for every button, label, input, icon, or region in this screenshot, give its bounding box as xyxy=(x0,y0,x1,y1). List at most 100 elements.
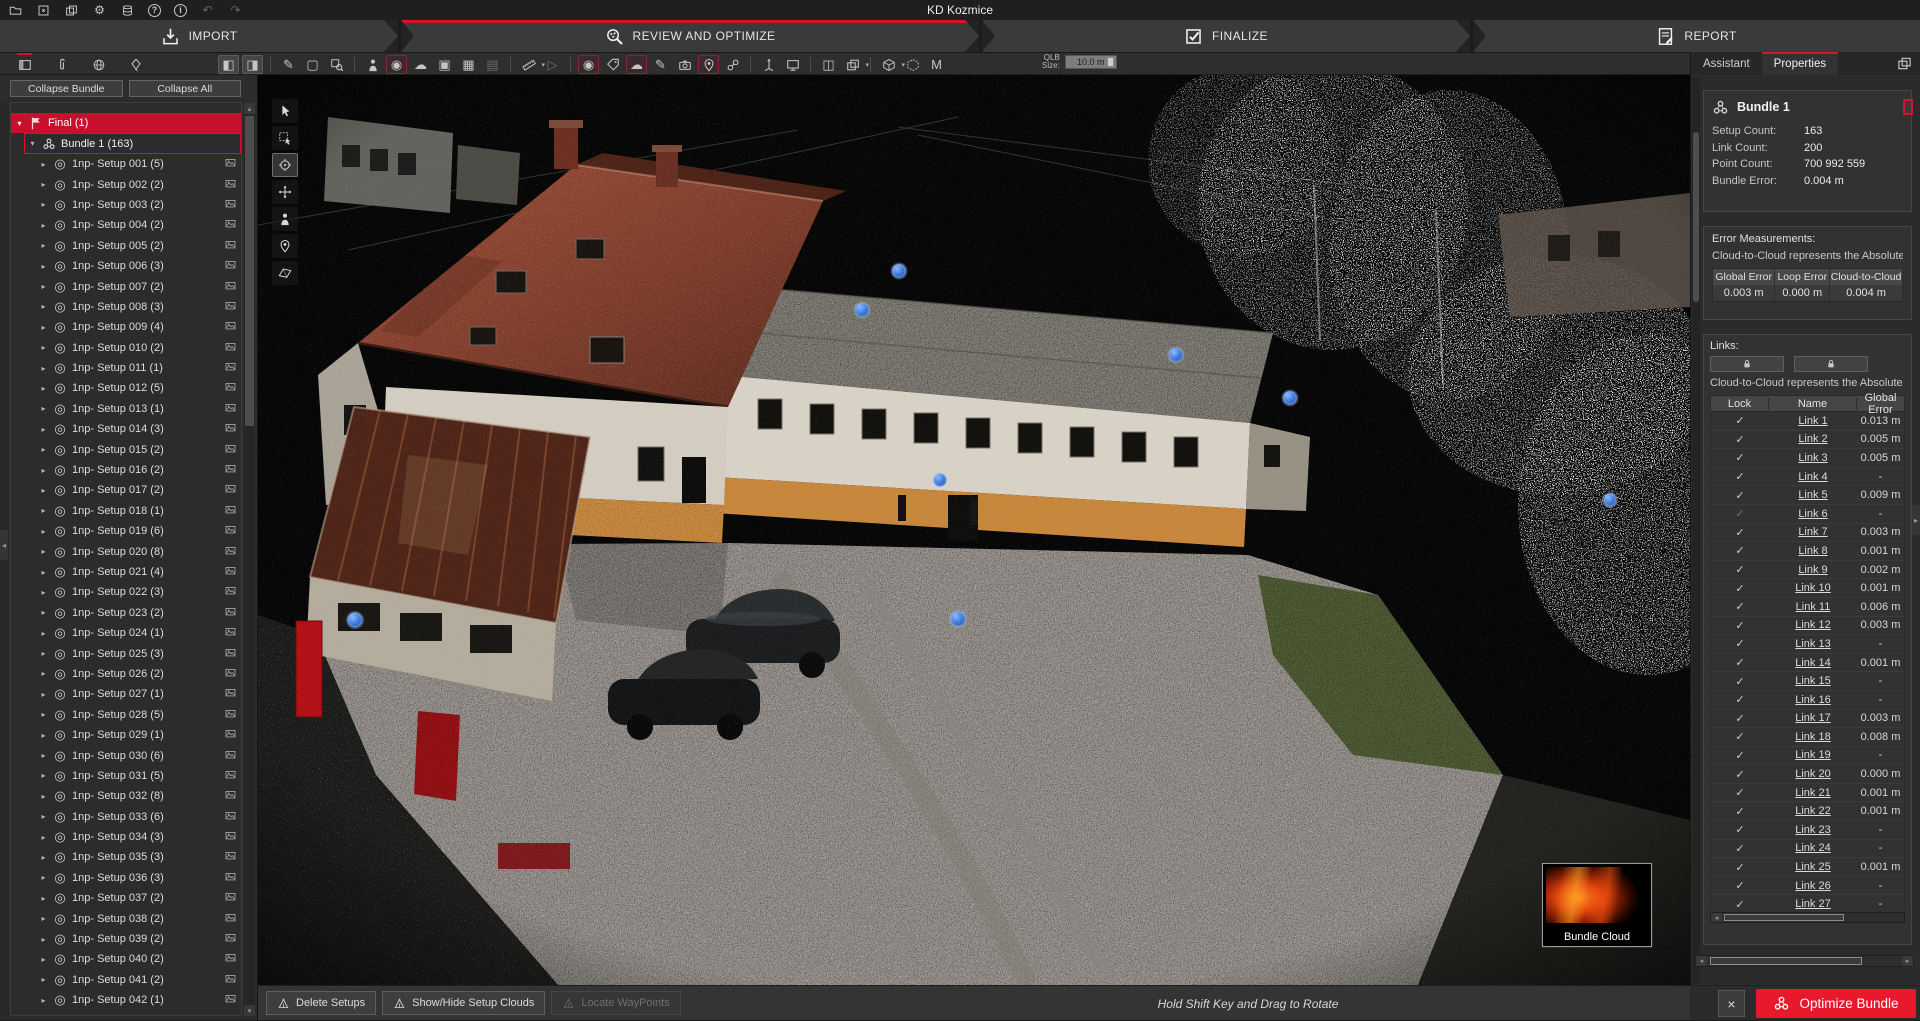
panel-scrollbar[interactable] xyxy=(1692,78,1700,983)
tree-item-setup[interactable]: ▸ ◎ 1np- Setup 008 (3) xyxy=(11,297,241,317)
lock-checkmark[interactable]: ✓ xyxy=(1711,823,1769,836)
expand-caret[interactable]: ▸ xyxy=(39,873,48,882)
link-row[interactable]: ✓ Link 25 0.001 m xyxy=(1711,858,1904,877)
expand-caret[interactable]: ▸ xyxy=(39,486,48,495)
pano-image-icon[interactable] xyxy=(224,973,237,987)
pano-image-icon[interactable] xyxy=(224,606,237,620)
link-row[interactable]: ✓ Link 2 0.005 m xyxy=(1711,431,1904,450)
link-name[interactable]: Link 27 xyxy=(1769,898,1857,909)
panel-right-toggle[interactable]: ◨ xyxy=(242,55,263,74)
pano-image-icon[interactable] xyxy=(224,830,237,844)
link-name[interactable]: Link 3 xyxy=(1769,452,1857,464)
tree-item-setup[interactable]: ▸ ◎ 1np- Setup 003 (2) xyxy=(11,195,241,215)
bottom-action-button[interactable]: Delete Setups xyxy=(266,991,376,1015)
expand-caret[interactable]: ▸ xyxy=(39,690,48,699)
pano-image-icon[interactable] xyxy=(224,300,237,314)
expand-caret[interactable]: ▸ xyxy=(39,527,48,536)
lock-checkmark[interactable]: ✓ xyxy=(1711,470,1769,483)
workflow-tab-report[interactable]: REPORT xyxy=(1473,20,1920,52)
pano-image-icon[interactable] xyxy=(224,218,237,232)
snap-waypoint[interactable] xyxy=(698,55,719,74)
expand-caret[interactable]: ▸ xyxy=(39,853,48,862)
lock-checkmark[interactable]: ✓ xyxy=(1711,805,1769,818)
link-row[interactable]: ✓ Link 11 0.006 m xyxy=(1711,598,1904,617)
setup-positions[interactable] xyxy=(362,55,383,74)
tree-item-setup[interactable]: ▸ ◎ 1np- Setup 038 (2) xyxy=(11,908,241,928)
pano-image-icon[interactable] xyxy=(224,871,237,885)
markup-pencil[interactable]: ✎ xyxy=(278,55,299,74)
expand-caret[interactable]: ▸ xyxy=(39,302,48,311)
cloud-visibility[interactable]: ☁ xyxy=(410,55,431,74)
pano-image-icon[interactable] xyxy=(224,422,237,436)
pano-image-icon[interactable] xyxy=(224,178,237,192)
tree-item-setup[interactable]: ▸ ◎ 1np- Setup 042 (1) xyxy=(11,990,241,1010)
link-row[interactable]: ✓ Link 17 0.003 m xyxy=(1711,710,1904,729)
pano-image-icon[interactable] xyxy=(224,341,237,355)
expand-caret[interactable]: ▸ xyxy=(39,262,48,271)
pano-image-icon[interactable] xyxy=(224,157,237,171)
link-name[interactable]: Link 18 xyxy=(1769,731,1857,743)
snap-draw[interactable]: ✎ xyxy=(650,55,671,74)
link-name[interactable]: Link 26 xyxy=(1769,880,1857,892)
tree-item-setup[interactable]: ▸ ◎ 1np- Setup 004 (2) xyxy=(11,215,241,235)
lock-checkmark[interactable]: ✓ xyxy=(1711,693,1769,706)
tree-item-setup[interactable]: ▸ ◎ 1np- Setup 030 (6) xyxy=(11,745,241,765)
pano-image-icon[interactable] xyxy=(224,952,237,966)
link-name[interactable]: Link 9 xyxy=(1769,564,1857,576)
pano-image-icon[interactable] xyxy=(224,483,237,497)
expand-caret[interactable]: ▸ xyxy=(39,751,48,760)
pano-image-icon[interactable] xyxy=(224,749,237,763)
pano-image-icon[interactable] xyxy=(224,504,237,518)
link-name[interactable]: Link 7 xyxy=(1769,526,1857,538)
link-name[interactable]: Link 17 xyxy=(1769,712,1857,724)
link-name[interactable]: Link 5 xyxy=(1769,489,1857,501)
expand-caret[interactable]: ▸ xyxy=(39,669,48,678)
link-name[interactable]: Link 19 xyxy=(1769,749,1857,761)
pano-image-icon[interactable] xyxy=(224,891,237,905)
link-row[interactable]: ✓ Link 23 - xyxy=(1711,821,1904,840)
pano-image-icon[interactable] xyxy=(224,932,237,946)
select-tool[interactable] xyxy=(272,99,298,123)
expand-caret[interactable]: ▸ xyxy=(39,588,48,597)
expand-caret[interactable]: ▸ xyxy=(39,792,48,801)
sidebar-collapse-handle[interactable]: ◂ xyxy=(0,530,8,560)
box-select-tool[interactable] xyxy=(272,126,298,150)
bottom-action-button[interactable]: Show/Hide Setup Clouds xyxy=(382,991,545,1015)
link-name[interactable]: Link 22 xyxy=(1769,805,1857,817)
link-name[interactable]: Link 16 xyxy=(1769,694,1857,706)
tab-properties[interactable]: Properties xyxy=(1762,52,1838,75)
tree-item-setup[interactable]: ▸ ◎ 1np- Setup 031 (5) xyxy=(11,766,241,786)
tree-item-setup[interactable]: ▸ ◎ 1np- Setup 013 (1) xyxy=(11,399,241,419)
tree-item-setup[interactable]: ▸ ◎ 1np- Setup 010 (2) xyxy=(11,338,241,358)
bottom-action-button[interactable]: Locate WayPoints xyxy=(551,991,680,1015)
link-row[interactable]: ✓ Link 6 - xyxy=(1711,505,1904,524)
lock-checkmark[interactable]: ✓ xyxy=(1711,544,1769,557)
pano-image-icon[interactable] xyxy=(224,381,237,395)
expand-caret[interactable]: ▸ xyxy=(39,445,48,454)
link-row[interactable]: ✓ Link 15 - xyxy=(1711,672,1904,691)
slice-tool[interactable] xyxy=(272,261,298,285)
expand-caret[interactable]: ▸ xyxy=(39,466,48,475)
clip-box[interactable] xyxy=(902,55,923,74)
link-row[interactable]: ✓ Link 9 0.002 m xyxy=(1711,561,1904,580)
pano-image-icon[interactable] xyxy=(224,320,237,334)
tree-item-setup[interactable]: ▸ ◎ 1np- Setup 028 (5) xyxy=(11,705,241,725)
zoom-window[interactable] xyxy=(326,55,347,74)
link-row[interactable]: ✓ Link 13 - xyxy=(1711,635,1904,654)
qlb-size-slider[interactable]: 10.0 m xyxy=(1065,55,1117,69)
workflow-tab-import[interactable]: IMPORT xyxy=(0,20,398,52)
scroll-down-arrow[interactable]: ▾ xyxy=(244,1005,255,1016)
snap-camera[interactable] xyxy=(674,55,695,74)
unify-tool[interactable]: M xyxy=(926,55,947,74)
expand-caret[interactable]: ▸ xyxy=(39,282,48,291)
collapse-all-button[interactable]: Collapse All xyxy=(129,80,242,97)
pano-image-icon[interactable] xyxy=(224,565,237,579)
expand-caret[interactable]: ▾ xyxy=(15,119,24,128)
expand-caret[interactable]: ▸ xyxy=(39,200,48,209)
pano-image-icon[interactable] xyxy=(224,667,237,681)
expand-caret[interactable]: ▸ xyxy=(39,241,48,250)
pano-image-icon[interactable] xyxy=(224,687,237,701)
pano-image-icon[interactable] xyxy=(224,789,237,803)
snap-target[interactable]: ◉ xyxy=(578,55,599,74)
sphere-view[interactable]: ◉ xyxy=(386,55,407,74)
